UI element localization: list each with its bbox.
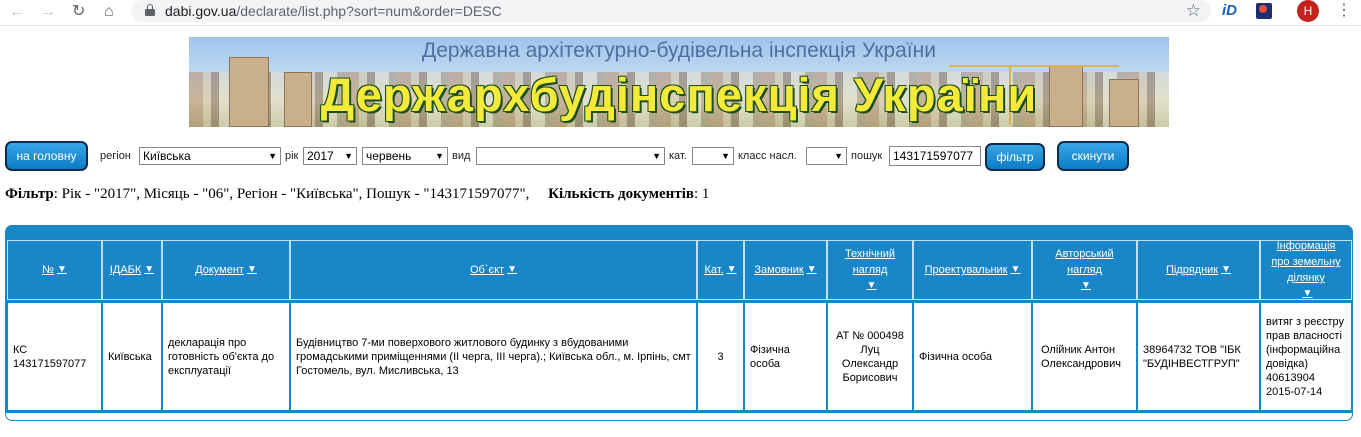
search-label: пошук <box>851 150 883 162</box>
column-header-label: Об`єкт <box>469 264 505 276</box>
address-bar[interactable]: dabi.gov.ua/declarate/list.php?sort=num&… <box>131 0 1211 22</box>
table-row: КС 143171597077 Київська декларація про … <box>6 302 1352 413</box>
sort-desc-icon: ▼ <box>806 264 817 275</box>
filter-summary-text: : Рік - "2017", Місяць - "06", Регіон - … <box>53 186 530 202</box>
cell-land-info: витяг з реєстру прав власності (інформац… <box>1260 302 1352 411</box>
sort-desc-icon: ▼ <box>144 264 155 275</box>
cell-contractor: 38964732 ТОВ "ІБК "БУДІНВЕСТГРУП" <box>1137 302 1260 411</box>
month-select[interactable]: червень ▼ <box>362 147 448 165</box>
sort-desc-icon: ▼ <box>1302 288 1313 299</box>
sort-desc-icon: ▼ <box>246 264 257 275</box>
column-header-tech-supervision[interactable]: Технічний нагляд ▼ <box>827 240 913 300</box>
banner-subtitle: Державна архітектурно-будівельна інспекц… <box>422 39 936 62</box>
extension-icon[interactable] <box>1256 3 1272 19</box>
site-banner: Державна архітектурно-будівельна інспекц… <box>189 37 1169 127</box>
home-button[interactable]: на головну <box>5 141 88 171</box>
back-icon[interactable]: ← <box>9 2 25 22</box>
region-label: регіон <box>100 150 131 162</box>
reload-icon[interactable]: ↻ <box>72 2 85 22</box>
sort-desc-icon: ▼ <box>1081 280 1091 291</box>
search-input[interactable]: 143171597077 <box>889 146 981 166</box>
cell-customer: Фізична особа <box>744 302 827 411</box>
sort-desc-icon: ▼ <box>1221 264 1232 275</box>
column-header-idabk[interactable]: ІДАБК ▼ <box>102 240 162 300</box>
column-header-label: Документ <box>195 264 244 276</box>
type-select[interactable]: ▼ <box>476 147 665 165</box>
column-header-object[interactable]: Об`єкт ▼ <box>290 240 697 300</box>
class-label: класс насл. <box>738 150 797 162</box>
sort-desc-icon: ▼ <box>56 264 67 275</box>
column-header-cat[interactable]: Кат. ▼ <box>697 240 744 300</box>
column-header-label: Інформація про земельну ділянку <box>1271 240 1341 284</box>
column-header-contractor[interactable]: Підрядник ▼ <box>1137 240 1260 300</box>
lock-icon <box>145 4 155 17</box>
column-header-document[interactable]: Документ ▼ <box>162 240 290 300</box>
cell-designer: Фізична особа <box>913 302 1032 411</box>
column-header-designer[interactable]: Проектувальник ▼ <box>913 240 1032 300</box>
region-select[interactable]: Київська ▼ <box>139 147 281 165</box>
column-header-label: Кат. <box>704 264 724 276</box>
chevron-down-icon: ▼ <box>344 151 353 161</box>
declarations-table: № ▼ ІДАБК ▼ Документ ▼ Об`єкт ▼ Кат. ▼ Замовн… <box>5 225 1353 421</box>
column-header-label: Замовник <box>754 264 804 276</box>
year-select[interactable]: 2017 ▼ <box>303 147 357 165</box>
table-header: № ▼ ІДАБК ▼ Документ ▼ Об`єкт ▼ Кат. ▼ Замовн… <box>6 240 1352 302</box>
cell-author-supervision: Олійник Антон Олександрович <box>1032 302 1137 411</box>
column-header-land-info[interactable]: Інформація про земельну ділянку ▼ <box>1260 240 1352 300</box>
column-header-label: ІДАБК <box>109 264 142 276</box>
year-label: рік <box>285 150 299 162</box>
extension-id-icon[interactable]: iD <box>1222 2 1237 19</box>
document-count-label: Кількість документів <box>548 186 694 202</box>
category-select[interactable]: ▼ <box>692 147 734 165</box>
bookmark-star-icon[interactable]: ☆ <box>1186 0 1201 22</box>
column-header-label: Технічний нагляд <box>844 248 896 276</box>
cell-idabk: Київська <box>102 302 162 411</box>
category-label: кат. <box>669 150 687 162</box>
type-label: вид <box>452 150 471 162</box>
document-count-value: : 1 <box>693 186 710 202</box>
column-header-label: Підрядник <box>1165 264 1219 276</box>
filter-button[interactable]: фільтр <box>985 143 1045 171</box>
column-header-author-supervision[interactable]: Авторський нагляд ▼ <box>1032 240 1137 300</box>
profile-avatar[interactable]: H <box>1297 0 1319 22</box>
sort-desc-icon: ▼ <box>866 280 877 291</box>
column-header-num[interactable]: № ▼ <box>7 240 102 300</box>
column-header-label: Проектувальник <box>924 264 1008 276</box>
column-header-customer[interactable]: Замовник ▼ <box>744 240 827 300</box>
forward-icon[interactable]: → <box>40 2 56 22</box>
year-select-value: 2017 <box>307 149 334 163</box>
reset-button[interactable]: скинути <box>1057 141 1129 171</box>
chevron-down-icon: ▼ <box>721 151 730 161</box>
cell-document: декларація про готовність об'єкта до екс… <box>162 302 290 411</box>
table-footer <box>6 413 1352 420</box>
sort-desc-icon: ▼ <box>726 264 737 275</box>
banner-title: Держархбудінспекція України <box>320 68 1038 121</box>
month-select-value: червень <box>366 149 412 163</box>
region-select-value: Київська <box>143 149 191 163</box>
filter-summary: Фільтр: Рік - "2017", Місяць - "06", Рег… <box>5 186 709 203</box>
menu-icon[interactable]: ⋮ <box>1336 1 1352 21</box>
column-header-label: Авторський нагляд <box>1055 248 1114 276</box>
browser-toolbar: ← → ↻ ⌂ dabi.gov.ua/declarate/list.php?s… <box>0 0 1361 26</box>
home-icon[interactable]: ⌂ <box>104 2 114 22</box>
column-header-label: № <box>42 264 54 276</box>
cell-num: КС 143171597077 <box>7 302 102 411</box>
sort-desc-icon: ▼ <box>507 264 517 275</box>
class-select[interactable]: ▼ <box>806 147 847 165</box>
sort-desc-icon: ▼ <box>1010 264 1021 275</box>
chevron-down-icon: ▼ <box>268 151 277 161</box>
chevron-down-icon: ▼ <box>435 151 444 161</box>
cell-object: Будівництво 7-ми поверхового житлового б… <box>290 302 697 411</box>
url-host: dabi.gov.ua <box>165 3 237 19</box>
cell-tech-supervision: АТ № 000498 Луц Олександр Борисович <box>827 302 913 411</box>
url-text[interactable]: dabi.gov.ua/declarate/list.php?sort=num&… <box>165 2 502 20</box>
cell-cat: 3 <box>697 302 744 411</box>
chevron-down-icon: ▼ <box>652 151 661 161</box>
chevron-down-icon: ▼ <box>834 151 843 161</box>
url-path: /declarate/list.php?sort=num&order=DESC <box>236 3 502 19</box>
filter-summary-label: Фільтр <box>5 186 54 202</box>
